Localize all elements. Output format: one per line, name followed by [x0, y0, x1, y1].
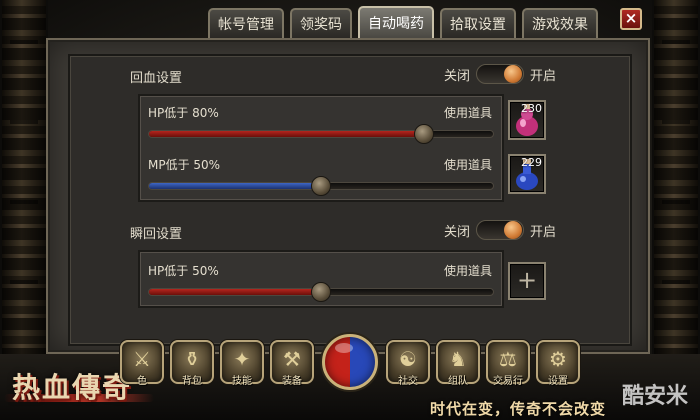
- team-icon: ♞: [449, 347, 467, 371]
- mp-threshold-label: MP低于 50%: [148, 158, 221, 172]
- mp-threshold-slider[interactable]: [148, 176, 494, 196]
- instant-toggle-switch[interactable]: [476, 220, 525, 240]
- heal-toggle-on-label: 开启: [530, 68, 557, 84]
- instant-hp-threshold-label: HP低于 50%: [148, 264, 219, 278]
- social-icon: ☯: [399, 347, 417, 371]
- toolbar-label: 装备: [282, 376, 302, 387]
- hp-threshold-slider[interactable]: [148, 124, 494, 144]
- mp-item-slot[interactable]: 229: [508, 154, 546, 194]
- toolbar-character-button[interactable]: ⚔ 色: [120, 340, 164, 387]
- skill-book-icon: ✦: [233, 347, 251, 371]
- game-tagline: 时代在变，传奇不会改变: [430, 400, 607, 418]
- toolbar-skill-button[interactable]: ✦ 技能: [220, 340, 264, 387]
- hp-item-count: 230: [521, 102, 542, 115]
- heal-toggle-off-label: 关闭: [444, 68, 471, 84]
- logo-text: 热血傳奇: [12, 371, 133, 404]
- mp-slider-thumb[interactable]: [311, 176, 331, 196]
- instant-toggle-on-label: 开启: [530, 224, 557, 240]
- toolbar-social-button[interactable]: ☯ 社交: [386, 340, 430, 387]
- mp-item-count: 229: [521, 156, 542, 169]
- toolbar-label: 色: [137, 376, 147, 387]
- close-button[interactable]: ×: [620, 8, 642, 30]
- hp-threshold-label: HP低于 80%: [148, 106, 219, 120]
- toolbar-label: 背包: [182, 376, 202, 387]
- instant-toggle-off-label: 关闭: [444, 224, 471, 240]
- bag-icon: ⚱: [183, 347, 201, 371]
- game-frame: 帐号管理 领奖码 自动喝药 拾取设置 游戏效果 × 回血设置 关闭 开启 HP低…: [0, 0, 700, 420]
- toolbar-label: 交易行: [493, 376, 523, 387]
- heal-section-title: 回血设置: [130, 71, 183, 86]
- tab-reward-code[interactable]: 领奖码: [290, 8, 352, 38]
- hp-slider-fill: [149, 131, 425, 137]
- toolbar-team-button[interactable]: ♞ 组队: [436, 340, 480, 387]
- instant-use-item-label: 使用道具: [444, 264, 493, 278]
- toolbar-settings-button[interactable]: ⚙ 设置: [536, 340, 580, 387]
- toggle-knob: [504, 65, 523, 83]
- instant-item-slot[interactable]: +: [508, 262, 546, 300]
- character-icon: ⚔: [133, 347, 151, 371]
- instant-slider-thumb[interactable]: [311, 282, 331, 302]
- toolbar-label: 组队: [448, 376, 468, 387]
- toolbar-bag-button[interactable]: ⚱ 背包: [170, 340, 214, 387]
- trade-hammer-icon: ⚖: [499, 347, 517, 371]
- hp-item-slot[interactable]: 230: [508, 100, 546, 140]
- heal-toggle-switch[interactable]: [476, 64, 525, 84]
- add-item-icon: +: [516, 266, 538, 294]
- tab-pickup-settings[interactable]: 拾取设置: [440, 8, 516, 38]
- toggle-knob: [504, 221, 523, 239]
- toolbar-label: 社交: [398, 376, 418, 387]
- mp-slider-fill: [149, 183, 321, 189]
- tab-auto-potion[interactable]: 自动喝药: [358, 6, 434, 38]
- hp-mp-orb[interactable]: [322, 334, 378, 390]
- mp-use-item-label: 使用道具: [444, 158, 493, 172]
- settings-tabs: 帐号管理 领奖码 自动喝药 拾取设置 游戏效果: [208, 6, 598, 38]
- toolbar-equipment-button[interactable]: ⚒ 装备: [270, 340, 314, 387]
- instant-section-title: 瞬回设置: [130, 227, 183, 242]
- close-icon: ×: [624, 9, 638, 27]
- heal-toggle-group: 关闭 开启: [444, 64, 556, 84]
- instant-slider-fill: [149, 289, 321, 295]
- toolbar-label: 设置: [548, 376, 568, 387]
- toolbar-trade-button[interactable]: ⚖ 交易行: [486, 340, 530, 387]
- tab-game-effects[interactable]: 游戏效果: [522, 8, 598, 38]
- equipment-icon: ⚒: [283, 347, 301, 371]
- instant-toggle-group: 关闭 开启: [444, 220, 556, 240]
- hp-use-item-label: 使用道具: [444, 106, 493, 120]
- instant-hp-threshold-slider[interactable]: [148, 282, 494, 302]
- site-watermark: 酷安米: [621, 383, 688, 409]
- settings-gear-icon: ⚙: [549, 347, 567, 371]
- toolbar-label: 技能: [232, 376, 252, 387]
- hp-slider-thumb[interactable]: [414, 124, 435, 144]
- tab-account-management[interactable]: 帐号管理: [208, 8, 284, 38]
